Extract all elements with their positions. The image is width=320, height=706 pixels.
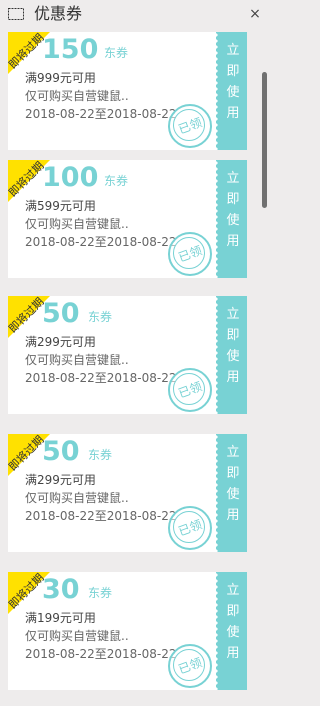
coupon-scope: 仅可购买自营键鼠.. xyxy=(25,89,129,103)
coupon-unit: 东券 xyxy=(88,586,113,600)
coupon-condition: 满999元可用 xyxy=(25,71,96,85)
use-now-label: 立即使用 xyxy=(226,307,240,385)
coupon-card: 即将过期 100 东券 满599元可用 仅可购买自营键鼠.. 2018-08-22至201… xyxy=(8,160,247,278)
claimed-stamp: 已领 xyxy=(168,232,212,276)
coupon-body: 即将过期 100 东券 满599元可用 仅可购买自营键鼠.. 2018-08-22至201… xyxy=(8,160,216,278)
coupon-body: 即将过期 50 东券 满299元可用 仅可购买自营键鼠.. 2018-08-22至2018… xyxy=(8,434,216,552)
use-now-button[interactable]: 立即使用 xyxy=(216,32,247,150)
coupon-scope: 仅可购买自营键鼠.. xyxy=(25,217,129,231)
coupon-unit: 东券 xyxy=(104,174,129,188)
use-now-button[interactable]: 立即使用 xyxy=(216,572,247,690)
coupon-date-range: 2018-08-22至2018-08-22 xyxy=(25,509,177,523)
perforation-edge xyxy=(216,572,219,690)
close-button[interactable]: × xyxy=(246,5,264,23)
claimed-stamp: 已领 xyxy=(168,506,212,550)
coupon-date-range: 2018-08-22至2018-08-22 xyxy=(25,647,177,661)
coupon-condition: 满199元可用 xyxy=(25,611,96,625)
coupon-date-range: 2018-08-22至2018-08-22 xyxy=(25,371,177,385)
coupon-scope: 仅可购买自营键鼠.. xyxy=(25,353,129,367)
use-now-button[interactable]: 立即使用 xyxy=(216,434,247,552)
panel-header: 优惠券 × xyxy=(0,0,272,30)
coupon-card: 即将过期 150 东券 满999元可用 仅可购买自营键鼠.. 2018-08-22至201… xyxy=(8,32,247,150)
coupon-card: 即将过期 50 东券 满299元可用 仅可购买自营键鼠.. 2018-08-22至2018… xyxy=(8,296,247,414)
use-now-label: 立即使用 xyxy=(226,445,240,523)
perforation-edge xyxy=(216,296,219,414)
coupon-condition: 满599元可用 xyxy=(25,199,96,213)
coupon-body: 即将过期 150 东券 满999元可用 仅可购买自营键鼠.. 2018-08-22至201… xyxy=(8,32,216,150)
coupon-unit: 东券 xyxy=(104,46,129,60)
claimed-stamp: 已领 xyxy=(168,368,212,412)
use-now-label: 立即使用 xyxy=(226,583,240,661)
coupon-date-range: 2018-08-22至2018-08-22 xyxy=(25,235,177,249)
coupon-amount: 30 xyxy=(42,574,80,605)
coupon-body: 即将过期 50 东券 满299元可用 仅可购买自营键鼠.. 2018-08-22至2018… xyxy=(8,296,216,414)
use-now-label: 立即使用 xyxy=(226,43,240,121)
coupon-amount: 100 xyxy=(42,162,99,193)
panel-title: 优惠券 xyxy=(34,4,83,23)
coupon-condition: 满299元可用 xyxy=(25,473,96,487)
scrollbar-thumb[interactable] xyxy=(262,72,267,208)
coupon-card: 即将过期 30 东券 满199元可用 仅可购买自营键鼠.. 2018-08-22至2018… xyxy=(8,572,247,690)
coupon-amount: 50 xyxy=(42,436,80,467)
claimed-stamp: 已领 xyxy=(168,104,212,148)
coupon-amount: 50 xyxy=(42,298,80,329)
perforation-edge xyxy=(216,434,219,552)
coupon-unit: 东券 xyxy=(88,310,113,324)
perforation-edge xyxy=(216,160,219,278)
coupon-date-range: 2018-08-22至2018-08-22 xyxy=(25,107,177,121)
coupon-condition: 满299元可用 xyxy=(25,335,96,349)
use-now-button[interactable]: 立即使用 xyxy=(216,160,247,278)
coupon-unit: 东券 xyxy=(88,448,113,462)
coupon-scope: 仅可购买自营键鼠.. xyxy=(25,491,129,505)
perforation-edge xyxy=(216,32,219,150)
coupon-scope: 仅可购买自营键鼠.. xyxy=(25,629,129,643)
coupon-card: 即将过期 50 东券 满299元可用 仅可购买自营键鼠.. 2018-08-22至2018… xyxy=(8,434,247,552)
use-now-button[interactable]: 立即使用 xyxy=(216,296,247,414)
coupon-amount: 150 xyxy=(42,34,99,65)
claimed-stamp: 已领 xyxy=(168,644,212,688)
coupon-body: 即将过期 30 东券 满199元可用 仅可购买自营键鼠.. 2018-08-22至2018… xyxy=(8,572,216,690)
use-now-label: 立即使用 xyxy=(226,171,240,249)
coupon-icon xyxy=(8,8,24,20)
